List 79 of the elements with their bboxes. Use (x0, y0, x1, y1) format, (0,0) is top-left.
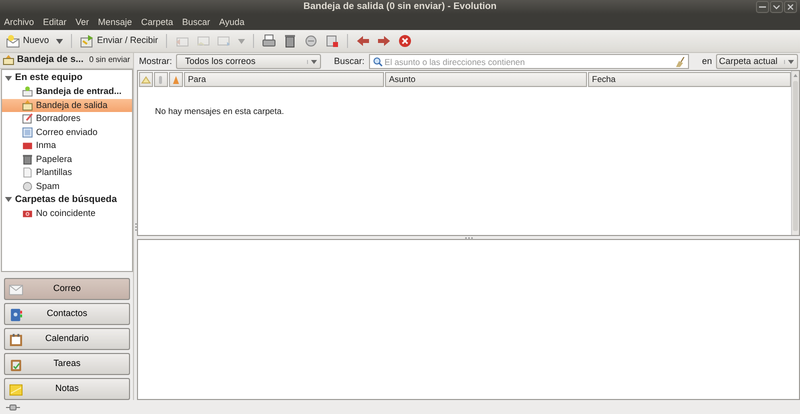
show-label: Mostrar: (139, 54, 172, 68)
inbox-icon (22, 86, 33, 98)
folder-item[interactable]: Spam (2, 180, 132, 194)
not-junk-icon (325, 34, 340, 48)
menu-item[interactable]: Editar (43, 14, 67, 30)
folder-item[interactable]: Papelera (2, 152, 132, 166)
menu-item[interactable]: Archivo (4, 14, 34, 30)
close-icon[interactable] (784, 1, 797, 13)
folder-item[interactable]: Bandeja de salida (2, 98, 132, 112)
online-icon[interactable] (6, 404, 20, 410)
folder-group[interactable]: Carpetas de búsqueda (2, 193, 132, 207)
scope-dropdown[interactable]: Carpeta actual (716, 54, 798, 69)
note-icon (9, 383, 23, 397)
junk-icon (22, 180, 33, 192)
column-header[interactable]: Asunto (385, 72, 587, 87)
menu-item[interactable]: Ayuda (219, 14, 244, 30)
column-header[interactable]: Fecha (588, 72, 791, 87)
new-mail-icon (6, 34, 20, 48)
status-column-icon (141, 74, 151, 84)
folder-item[interactable]: Plantillas (2, 166, 132, 180)
search-label: Buscar: (334, 54, 365, 68)
column-header[interactable] (169, 72, 183, 87)
trash-icon (283, 34, 298, 48)
forward-icon (217, 34, 232, 48)
empty-message: No hay mensajes en esta carpeta. (155, 105, 284, 118)
menu-item[interactable]: Ver (76, 14, 90, 30)
folder-group[interactable]: En este equipo (2, 72, 132, 86)
calendar-icon (9, 333, 23, 347)
menu-item[interactable]: Buscar (182, 14, 210, 30)
address-book-icon (9, 308, 23, 322)
forward-arrow-icon (377, 34, 392, 48)
mail-icon (9, 283, 23, 297)
back-arrow-icon (356, 34, 370, 48)
expander-icon[interactable] (5, 196, 12, 204)
document-icon (22, 167, 33, 178)
switcher-button[interactable]: Correo (4, 278, 130, 300)
send-receive-icon (80, 34, 94, 48)
clipboard-icon (9, 358, 23, 372)
switcher-button[interactable]: Calendario (4, 328, 130, 350)
switcher-button[interactable]: Contactos (4, 303, 130, 325)
folder-item[interactable]: Borradores (2, 112, 132, 126)
switcher-button[interactable]: Notas (4, 378, 130, 400)
search-field[interactable]: El asunto o las direcciones contienen (368, 54, 689, 69)
menu-item[interactable]: Mensaje (98, 14, 132, 30)
printer-icon (262, 34, 276, 48)
sent-icon (22, 126, 33, 138)
caret-icon (311, 60, 318, 64)
scrollbar[interactable] (791, 71, 799, 235)
window-title: Bandeja de salida (0 sin enviar) - Evolution (303, 0, 497, 14)
minimize-icon[interactable] (756, 1, 769, 13)
broom-icon[interactable] (676, 56, 685, 66)
new-mail-button[interactable]: Nuevo (4, 31, 52, 51)
column-header[interactable]: Para (184, 72, 384, 87)
trash-icon (22, 154, 33, 165)
switcher-button[interactable]: Tareas (4, 353, 130, 375)
stop-icon (398, 34, 412, 48)
maximize-icon[interactable] (770, 1, 783, 13)
junk-icon (304, 34, 318, 48)
show-dropdown[interactable]: Todos los correos (176, 54, 322, 69)
folder-item[interactable]: Inma (2, 139, 132, 153)
folder-item[interactable]: No coincidente (2, 206, 132, 220)
reply-all-icon (196, 34, 210, 48)
scope-label: en (702, 54, 712, 68)
folder-title: Bandeja de s... (17, 53, 84, 68)
flag-column-icon (171, 74, 181, 84)
search-icon (372, 56, 383, 66)
column-header[interactable] (154, 72, 168, 87)
caret-icon (788, 60, 794, 64)
expander-icon[interactable] (5, 74, 12, 82)
folder-item[interactable]: Bandeja de entrad... (2, 85, 132, 99)
folder-item[interactable]: Correo enviado (2, 126, 132, 140)
drafts-icon (22, 113, 33, 124)
send-receive-button[interactable]: Enviar / Recibir (78, 31, 160, 51)
outbox-icon (22, 100, 33, 111)
folder-icon (22, 140, 33, 152)
menu-item[interactable]: Carpeta (141, 14, 174, 30)
column-header[interactable] (139, 72, 153, 87)
unsent-count: 0 sin enviar (89, 54, 130, 66)
outbox-icon (3, 55, 14, 66)
